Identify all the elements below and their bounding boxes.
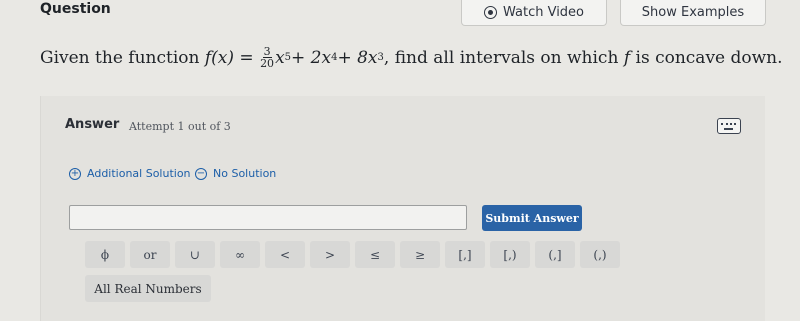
key-open-interval[interactable]: (,) xyxy=(580,241,620,268)
watch-video-button[interactable]: Watch Video xyxy=(461,0,607,26)
key-infinity[interactable]: ∞ xyxy=(220,241,260,268)
term-2: + 2x xyxy=(291,47,332,68)
function-name: f(x) = xyxy=(204,47,254,68)
plus-circle-icon: + xyxy=(69,167,81,180)
question-label: Question xyxy=(40,1,111,17)
key-less-than[interactable]: < xyxy=(265,241,305,268)
key-less-equal[interactable]: ≤ xyxy=(355,241,395,268)
play-circle-icon xyxy=(483,6,497,19)
attempt-counter: Attempt 1 out of 3 xyxy=(129,120,231,133)
prompt-lead: Given the function xyxy=(40,47,200,68)
key-empty-set[interactable]: ϕ xyxy=(85,241,125,268)
answer-input[interactable] xyxy=(69,205,467,230)
additional-solution-label: Additional Solution xyxy=(87,167,191,180)
key-open-closed-interval[interactable]: (,] xyxy=(535,241,575,268)
key-union[interactable]: ∪ xyxy=(175,241,215,268)
answer-panel: Answer Attempt 1 out of 3 + Additional S… xyxy=(40,96,765,321)
no-solution-button[interactable]: − No Solution xyxy=(195,167,276,180)
keyboard-icon[interactable] xyxy=(717,118,741,134)
function-symbol: f xyxy=(623,47,631,68)
all-real-numbers-button[interactable]: All Real Numbers xyxy=(85,275,211,302)
show-examples-button[interactable]: Show Examples xyxy=(620,0,766,26)
term-1: x xyxy=(275,47,285,68)
submit-answer-button[interactable]: Submit Answer xyxy=(482,205,582,231)
minus-circle-icon: − xyxy=(195,167,207,180)
no-solution-label: No Solution xyxy=(213,167,277,180)
key-closed-interval[interactable]: [,] xyxy=(445,241,485,268)
prompt-end: is concave down. xyxy=(635,47,783,68)
term-3: + 8x xyxy=(337,47,378,68)
fraction-denominator: 20 xyxy=(260,57,275,70)
watch-video-label: Watch Video xyxy=(502,5,585,20)
answer-title: Answer xyxy=(65,117,120,132)
prompt-tail: , find all intervals on which xyxy=(383,47,619,68)
coefficient-fraction: 3 20 xyxy=(260,46,274,69)
question-prompt: Given the function f(x) = 3 20 x5 + 2x 4 … xyxy=(40,46,783,69)
key-greater-than[interactable]: > xyxy=(310,241,350,268)
key-greater-equal[interactable]: ≥ xyxy=(400,241,440,268)
show-examples-label: Show Examples xyxy=(641,5,745,20)
additional-solution-button[interactable]: + Additional Solution xyxy=(69,167,191,180)
key-or[interactable]: or xyxy=(130,241,170,268)
key-closed-open-interval[interactable]: [,) xyxy=(490,241,530,268)
